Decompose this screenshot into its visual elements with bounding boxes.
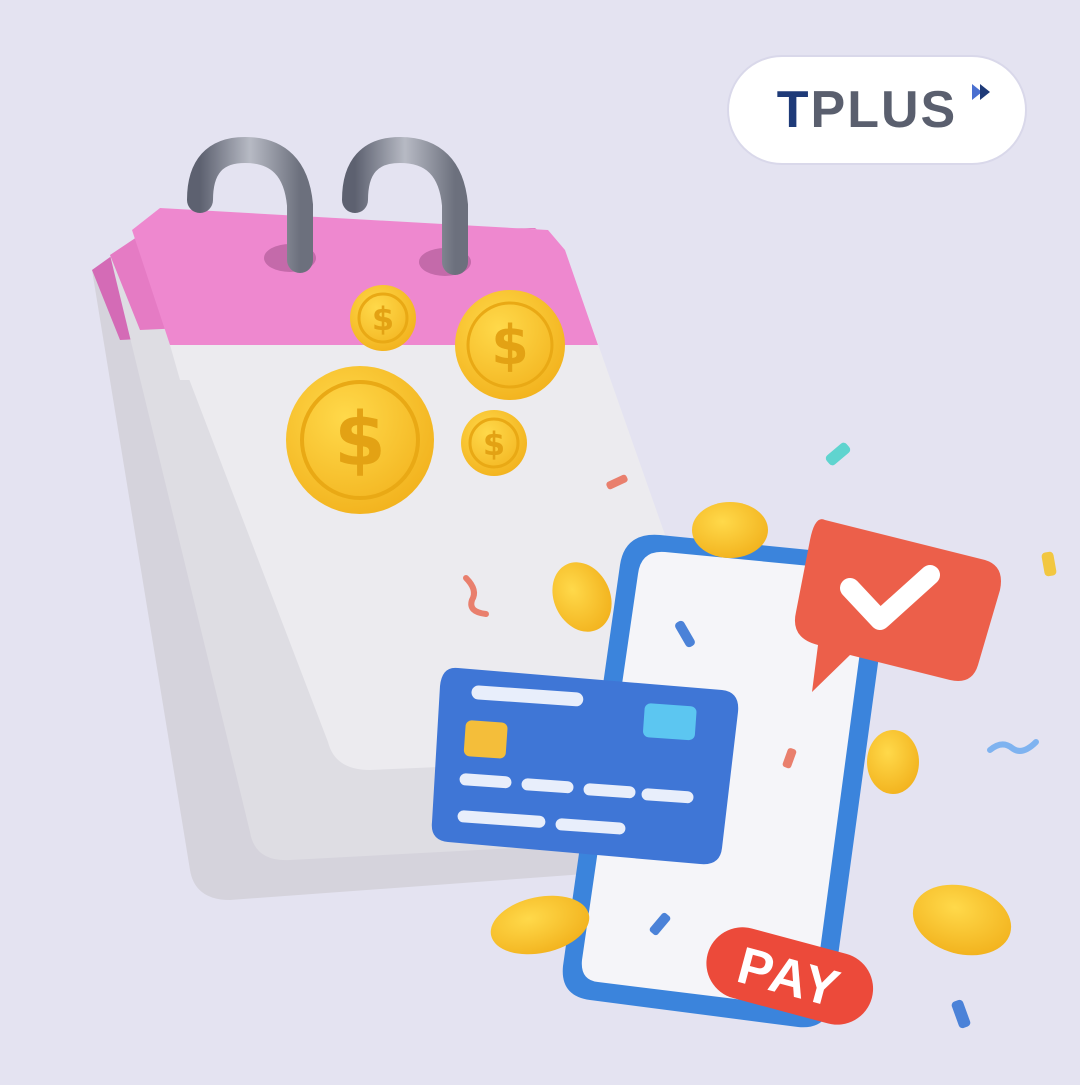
coin-icon <box>692 502 768 558</box>
coin-icon <box>912 884 1012 956</box>
svg-text:$: $ <box>483 425 505 463</box>
svg-text:$: $ <box>372 300 394 338</box>
coin-icon: $ <box>455 290 565 400</box>
logo-text: TPLUS <box>777 80 957 140</box>
brand-logo: TPLUS <box>732 60 1022 160</box>
credit-card-icon <box>431 667 739 865</box>
logo-chevron-icon <box>972 84 990 100</box>
illustration-stage: $ $ $ $ PAY <box>0 0 1080 1080</box>
coin-icon: $ <box>350 285 416 351</box>
coin-icon <box>867 730 919 794</box>
logo-letter-t: T <box>776 81 811 139</box>
logo-text-rest: PLUS <box>810 81 958 139</box>
coin-icon: $ <box>461 410 527 476</box>
coin-icon: $ <box>286 366 434 514</box>
svg-text:$: $ <box>491 314 529 377</box>
payment-illustration: $ $ $ $ PAY <box>92 136 1057 1029</box>
checkmark-chat-icon <box>794 519 1001 692</box>
svg-text:$: $ <box>334 397 386 483</box>
